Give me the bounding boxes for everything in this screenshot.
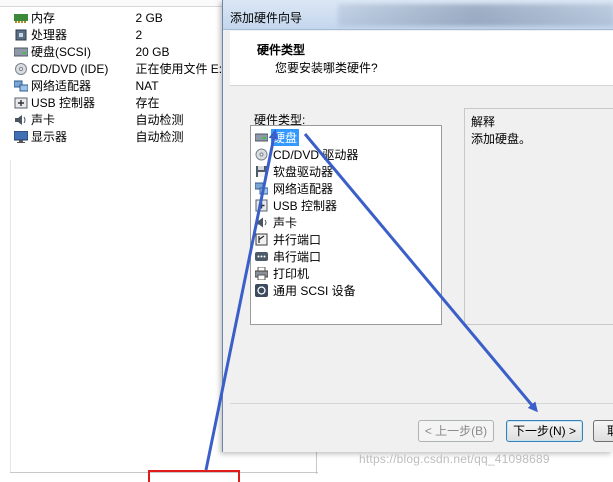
device-summary: 自动检测 — [135, 113, 184, 127]
panel-divider — [10, 160, 11, 473]
explanation-groupbox: 解释 添加硬盘。 — [464, 108, 613, 325]
device-summary: 20 GB — [135, 44, 170, 59]
hardware-list-header — [0, 0, 225, 7]
device-name: 显示器 — [31, 130, 68, 144]
blurred-background — [338, 4, 613, 26]
device-summary: 正在使用文件 E:\tod — [135, 62, 225, 76]
wizard-header: 硬件类型 您要安装哪类硬件? — [230, 31, 613, 86]
device-name: USB 控制器 — [31, 96, 96, 110]
hardware-type-list[interactable]: 硬盘 CD/DVD 驱动器 软盘驱动器 网络适配器 USB 控制器 声卡 并行端… — [250, 125, 442, 325]
list-item-label: 并行端口 — [273, 233, 322, 247]
list-item-label: USB 控制器 — [273, 199, 338, 213]
list-item-label: 软盘驱动器 — [273, 165, 334, 179]
device-row-cd-dvd[interactable]: CD/DVD (IDE) 正在使用文件 E:\tod — [0, 60, 225, 77]
list-item-label: 网络适配器 — [273, 182, 334, 196]
memory-icon — [14, 12, 28, 24]
device-summary: 存在 — [135, 96, 160, 110]
cancel-button[interactable]: 取 — [593, 420, 613, 442]
panel-border — [316, 452, 317, 474]
device-summary: 2 — [135, 27, 143, 42]
network-adapter-icon — [254, 182, 269, 195]
display-icon — [13, 130, 29, 143]
list-item-scsi-device[interactable]: 通用 SCSI 设备 — [255, 282, 358, 299]
parallel-port-icon — [255, 233, 268, 246]
device-name: 处理器 — [31, 28, 68, 42]
device-name: 网络适配器 — [31, 79, 92, 93]
list-item-label: CD/DVD 驱动器 — [273, 148, 359, 162]
cd-dvd-icon — [14, 62, 28, 75]
dialog-titlebar[interactable]: 添加硬件向导 — [223, 0, 613, 30]
processor-icon — [14, 29, 28, 41]
list-item-printer[interactable]: 打印机 — [254, 265, 311, 282]
cd-dvd-icon — [255, 148, 268, 161]
footer-divider — [230, 403, 613, 404]
wizard-step-title: 硬件类型 — [257, 43, 306, 57]
sound-card-icon — [14, 114, 28, 126]
hard-disk-icon — [254, 131, 269, 144]
device-name: CD/DVD (IDE) — [31, 61, 109, 76]
explanation-label: 解释 — [471, 115, 496, 129]
printer-icon — [254, 266, 269, 281]
list-item-label: 通用 SCSI 设备 — [273, 284, 356, 298]
add-hardware-wizard-dialog: 添加硬件向导 硬件类型 您要安装哪类硬件? 硬件类型: 硬盘 CD/DVD 驱动… — [222, 0, 613, 452]
list-item-parallel-port[interactable]: 并行端口 — [255, 231, 323, 248]
list-item-label: 声卡 — [273, 216, 298, 230]
wizard-step-subtitle: 您要安装哪类硬件? — [275, 61, 378, 75]
watermark-text: https://blog.csdn.net/qq_41098689 — [359, 452, 550, 466]
scsi-device-icon — [255, 284, 268, 297]
dialog-body: 硬件类型 您要安装哪类硬件? 硬件类型: 硬盘 CD/DVD 驱动器 软盘驱动器… — [230, 31, 613, 452]
device-name: 声卡 — [31, 113, 56, 127]
device-row-network-adapter[interactable]: 网络适配器 NAT — [0, 77, 225, 94]
list-item-label: 打印机 — [273, 267, 310, 281]
list-item-floppy[interactable]: 软盘驱动器 — [255, 163, 335, 180]
device-row-display[interactable]: 显示器 自动检测 — [0, 128, 225, 145]
explanation-text: 添加硬盘。 — [471, 132, 532, 146]
usb-controller-icon — [255, 199, 268, 212]
list-item-label: 硬盘 — [271, 129, 300, 146]
device-summary: 自动检测 — [135, 130, 184, 144]
device-row-memory[interactable]: 内存 2 GB — [0, 9, 225, 26]
device-row-hard-disk[interactable]: 硬盘(SCSI) 20 GB — [0, 43, 225, 60]
floppy-icon — [255, 165, 268, 178]
device-summary: NAT — [135, 78, 159, 93]
network-adapter-icon — [13, 80, 29, 92]
sound-card-icon — [255, 216, 268, 229]
list-item-network-adapter[interactable]: 网络适配器 — [254, 180, 335, 197]
list-item-hard-disk[interactable]: 硬盘 — [254, 129, 300, 146]
list-item-usb-controller[interactable]: USB 控制器 — [255, 197, 339, 214]
highlight-box — [148, 470, 240, 482]
device-row-processor[interactable]: 处理器 2 — [0, 26, 225, 43]
back-button[interactable]: < 上一步(B) — [418, 420, 494, 442]
usb-controller-icon — [14, 97, 28, 109]
device-name: 硬盘(SCSI) — [31, 45, 92, 59]
serial-port-icon — [255, 250, 268, 263]
next-button[interactable]: 下一步(N) > — [506, 420, 583, 442]
dialog-title: 添加硬件向导 — [230, 11, 303, 25]
device-name: 内存 — [31, 11, 56, 25]
list-item-cd-dvd[interactable]: CD/DVD 驱动器 — [255, 146, 360, 163]
hard-disk-icon — [13, 46, 29, 58]
device-summary: 2 GB — [135, 10, 163, 25]
list-item-serial-port[interactable]: 串行端口 — [255, 248, 323, 265]
list-item-sound-card[interactable]: 声卡 — [255, 214, 299, 231]
list-item-label: 串行端口 — [273, 250, 322, 264]
device-row-sound-card[interactable]: 声卡 自动检测 — [0, 111, 225, 128]
device-row-usb-controller[interactable]: USB 控制器 存在 — [0, 94, 225, 111]
